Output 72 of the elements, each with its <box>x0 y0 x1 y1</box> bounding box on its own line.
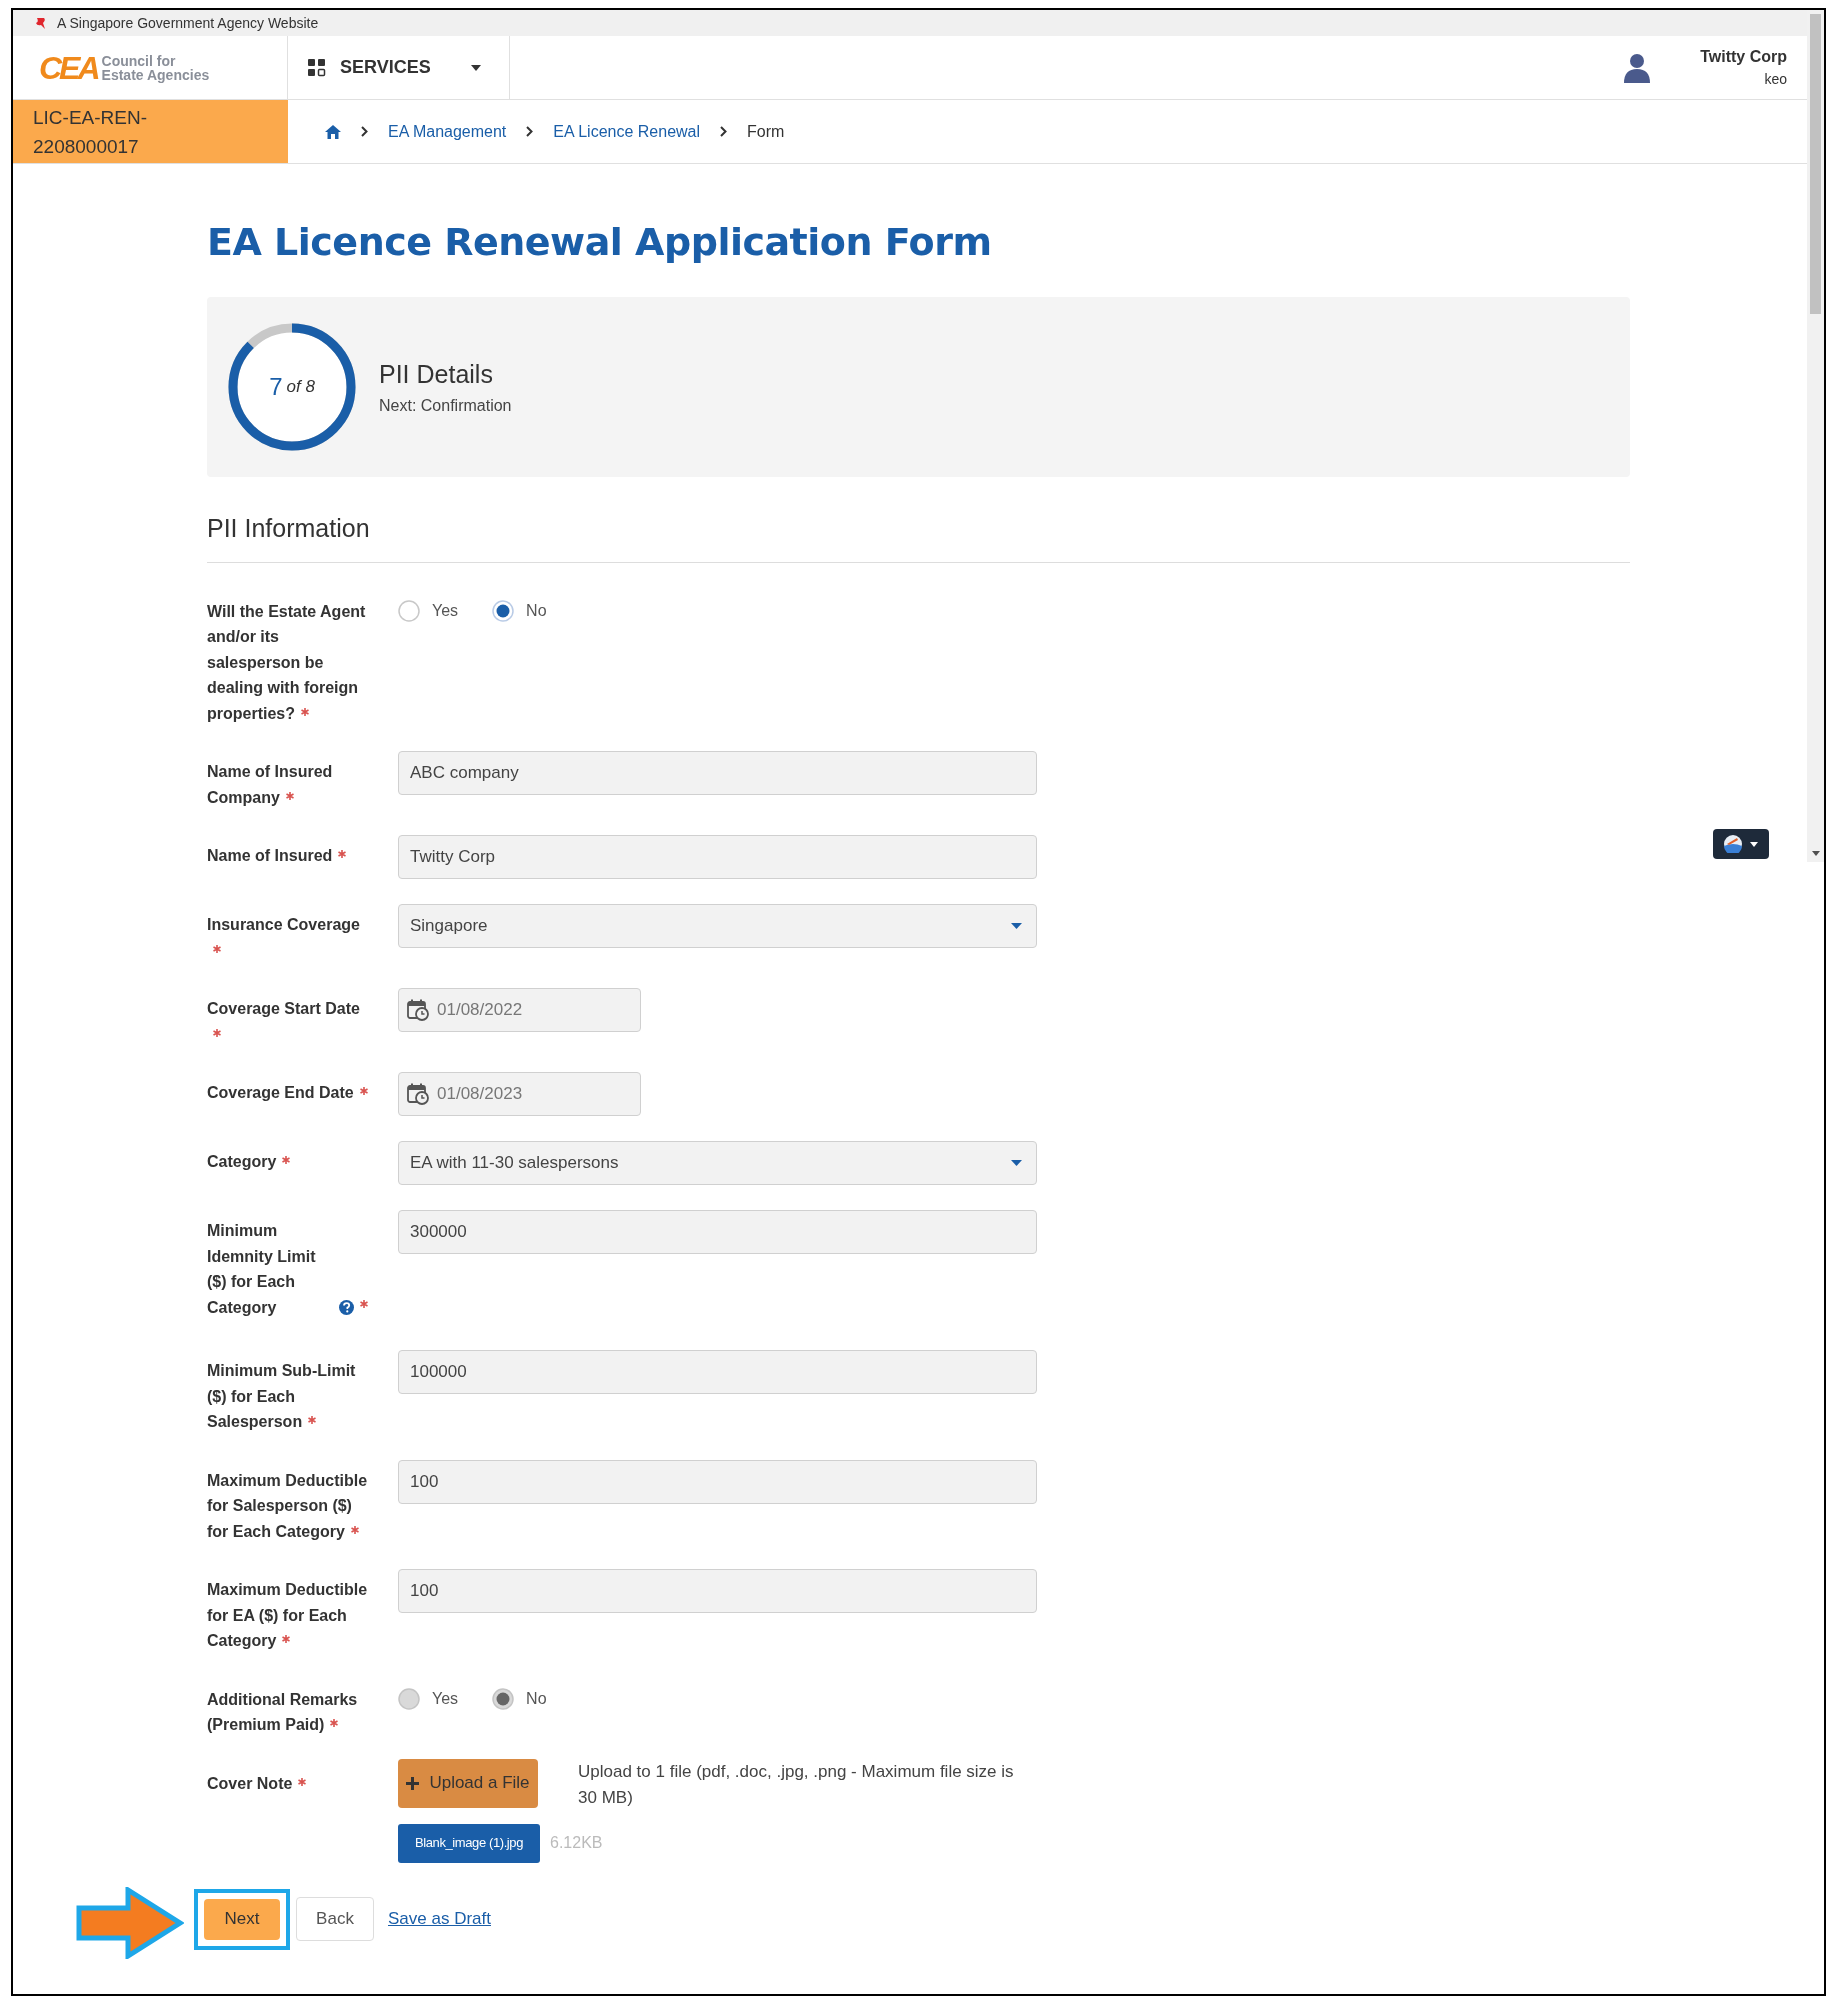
text-field[interactable]: 100000 <box>398 1350 1037 1394</box>
page-title: EA Licence Renewal Application Form <box>207 220 993 264</box>
field-label: Coverage Start Date <box>207 1000 360 1017</box>
step-total: of 8 <box>286 376 315 399</box>
scroll-down-icon[interactable] <box>1811 851 1820 856</box>
dropdown-field[interactable]: Singapore <box>398 904 1037 948</box>
date-field[interactable]: 01/08/2022 <box>398 988 641 1032</box>
scrollbar-thumb[interactable] <box>1810 14 1821 314</box>
caret-icon <box>1750 841 1758 847</box>
upload-button[interactable]: Upload a File <box>398 1758 538 1808</box>
step-number: 7 <box>269 372 283 402</box>
banner-text: A Singapore Government Agency Website <box>57 13 319 33</box>
field-label: Additional Remarks (Premium Paid) <box>207 1690 358 1733</box>
save-draft-link[interactable]: Save as Draft <box>388 1906 491 1932</box>
radio-button[interactable] <box>492 599 515 622</box>
back-button[interactable]: Back <box>296 1897 374 1941</box>
scrollbar[interactable] <box>1807 10 1824 862</box>
services-menu[interactable]: SERVICES <box>288 36 510 99</box>
user-role: keo <box>1764 70 1787 89</box>
field-label: Cover Note <box>207 1774 293 1792</box>
globe-icon <box>1724 835 1742 853</box>
field-label: Maximum Deductible for Salesperson ($) for Each Category <box>207 1471 368 1540</box>
text-field[interactable]: ABC company <box>398 751 1037 795</box>
radio-label: Yes <box>432 600 459 621</box>
chevron-icon <box>526 126 534 137</box>
logo-mark: CEA <box>39 51 98 84</box>
chevron-icon <box>361 126 368 137</box>
next-button[interactable]: Next <box>204 1898 280 1940</box>
language-button[interactable] <box>1713 829 1769 859</box>
field-label: Will the Estate Agent and/or its salesperson be dealing with foreign properties? <box>207 602 366 722</box>
text-field[interactable]: 100 <box>398 1569 1037 1613</box>
breadcrumb-current: Form <box>747 121 785 142</box>
radio-label: Yes <box>432 1688 459 1709</box>
text-field[interactable]: Twitty Corp <box>398 835 1037 879</box>
reference-number: LIC-EA-REN-2208000017 <box>33 105 148 159</box>
caret-icon <box>470 64 481 71</box>
text-field[interactable]: 300000 <box>398 1210 1037 1254</box>
dropdown-caret-icon <box>1011 1160 1022 1166</box>
calendar-icon <box>407 999 429 1021</box>
field-label: Insurance Coverage <box>207 916 360 933</box>
file-chip[interactable]: Blank_image (1).jpg <box>398 1823 540 1863</box>
breadcrumb-link[interactable]: EA Management <box>388 119 507 144</box>
next-step: Next: Confirmation <box>379 393 512 418</box>
logo-text: Estate Agencies <box>101 67 210 82</box>
logo-text: Council for <box>101 53 177 68</box>
chevron-icon <box>720 126 728 137</box>
grid-icon <box>308 58 326 77</box>
field-label: Maximum Deductible for EA ($) for Each Category <box>207 1581 368 1649</box>
date-field[interactable]: 01/08/2023 <box>398 1072 641 1116</box>
field-label: Name of Insured Company <box>207 763 333 806</box>
step-title: PII Details <box>379 359 494 391</box>
section-title: PII Information <box>207 513 371 544</box>
radio-label: No <box>526 600 547 621</box>
dropdown-field[interactable]: EA with 11-30 salespersons <box>398 1141 1037 1185</box>
dropdown-caret-icon <box>1011 923 1022 929</box>
breadcrumb-link[interactable]: EA Licence Renewal <box>553 119 701 144</box>
field-label: Coverage End Date <box>207 1084 354 1101</box>
field-label: Category <box>207 1153 277 1170</box>
user-icon[interactable] <box>1624 52 1651 83</box>
help-icon[interactable] <box>339 1300 354 1315</box>
radio-button[interactable] <box>398 599 420 622</box>
user-name: Twitty Corp <box>1700 47 1787 67</box>
plus-icon <box>406 1776 420 1790</box>
field-label: Name of Insured <box>207 847 333 864</box>
calendar-icon <box>407 1083 429 1105</box>
file-size: 6.12KB <box>550 1833 603 1853</box>
field-label: Minimum Sub-Limit ($) for Each Salesperson <box>207 1362 356 1430</box>
home-icon[interactable] <box>325 124 341 139</box>
text-field[interactable]: 100 <box>398 1459 1037 1504</box>
field-label: Minimum Idemnity Limit ($) for Each Category <box>207 1221 317 1318</box>
radio-label: No <box>526 1688 547 1709</box>
upload-hint: Upload to 1 file (pdf, .doc, .jpg, .png - Maximum file size is 30 MB) <box>578 1760 1015 1809</box>
